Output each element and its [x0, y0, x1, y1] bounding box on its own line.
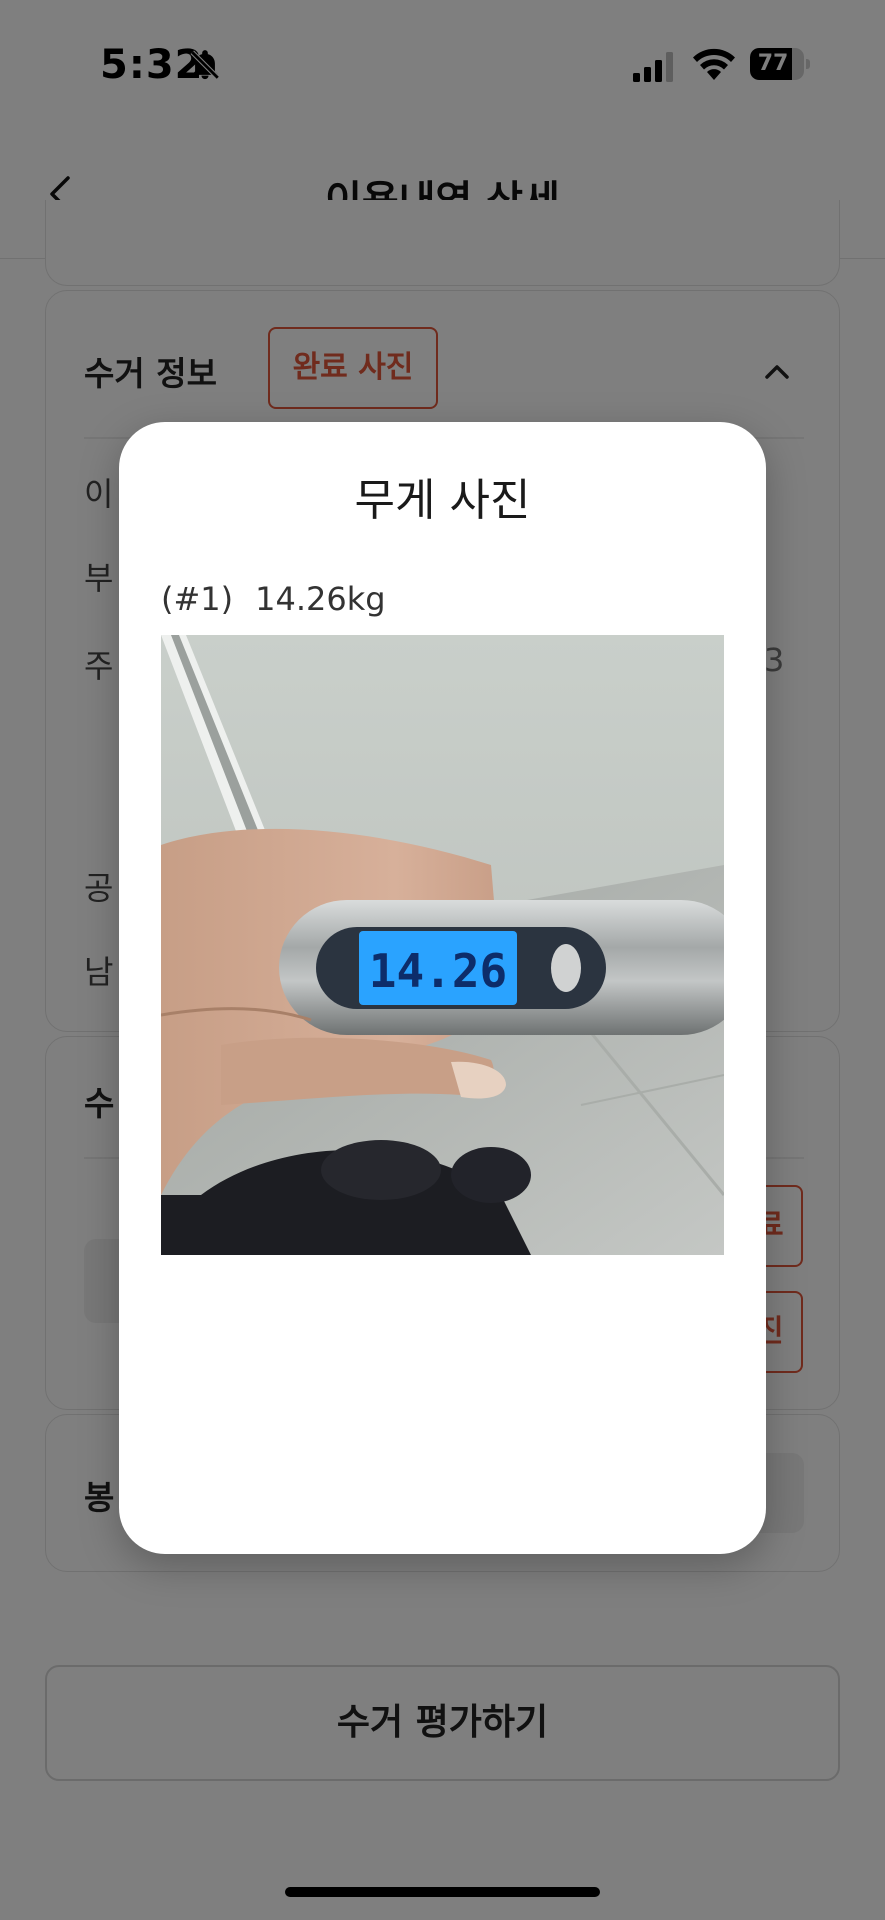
weight-photo[interactable]: 14.26 [161, 635, 724, 1255]
photo-weight: 14.26kg [255, 580, 386, 618]
home-indicator [285, 1887, 600, 1897]
photo-index: (#1) [161, 580, 234, 618]
photo-caption: (#1) 14.26kg [161, 580, 408, 618]
screen: 5:32 77 이용내역 상세 [0, 0, 885, 1920]
weight-photo-image: 14.26 [161, 635, 724, 1255]
weight-photo-modal: 무게 사진 (#1) 14.26kg 14.26 [119, 422, 766, 1554]
modal-title: 무게 사진 [354, 475, 531, 526]
scale-lcd-reading: 14.26 [369, 944, 507, 998]
